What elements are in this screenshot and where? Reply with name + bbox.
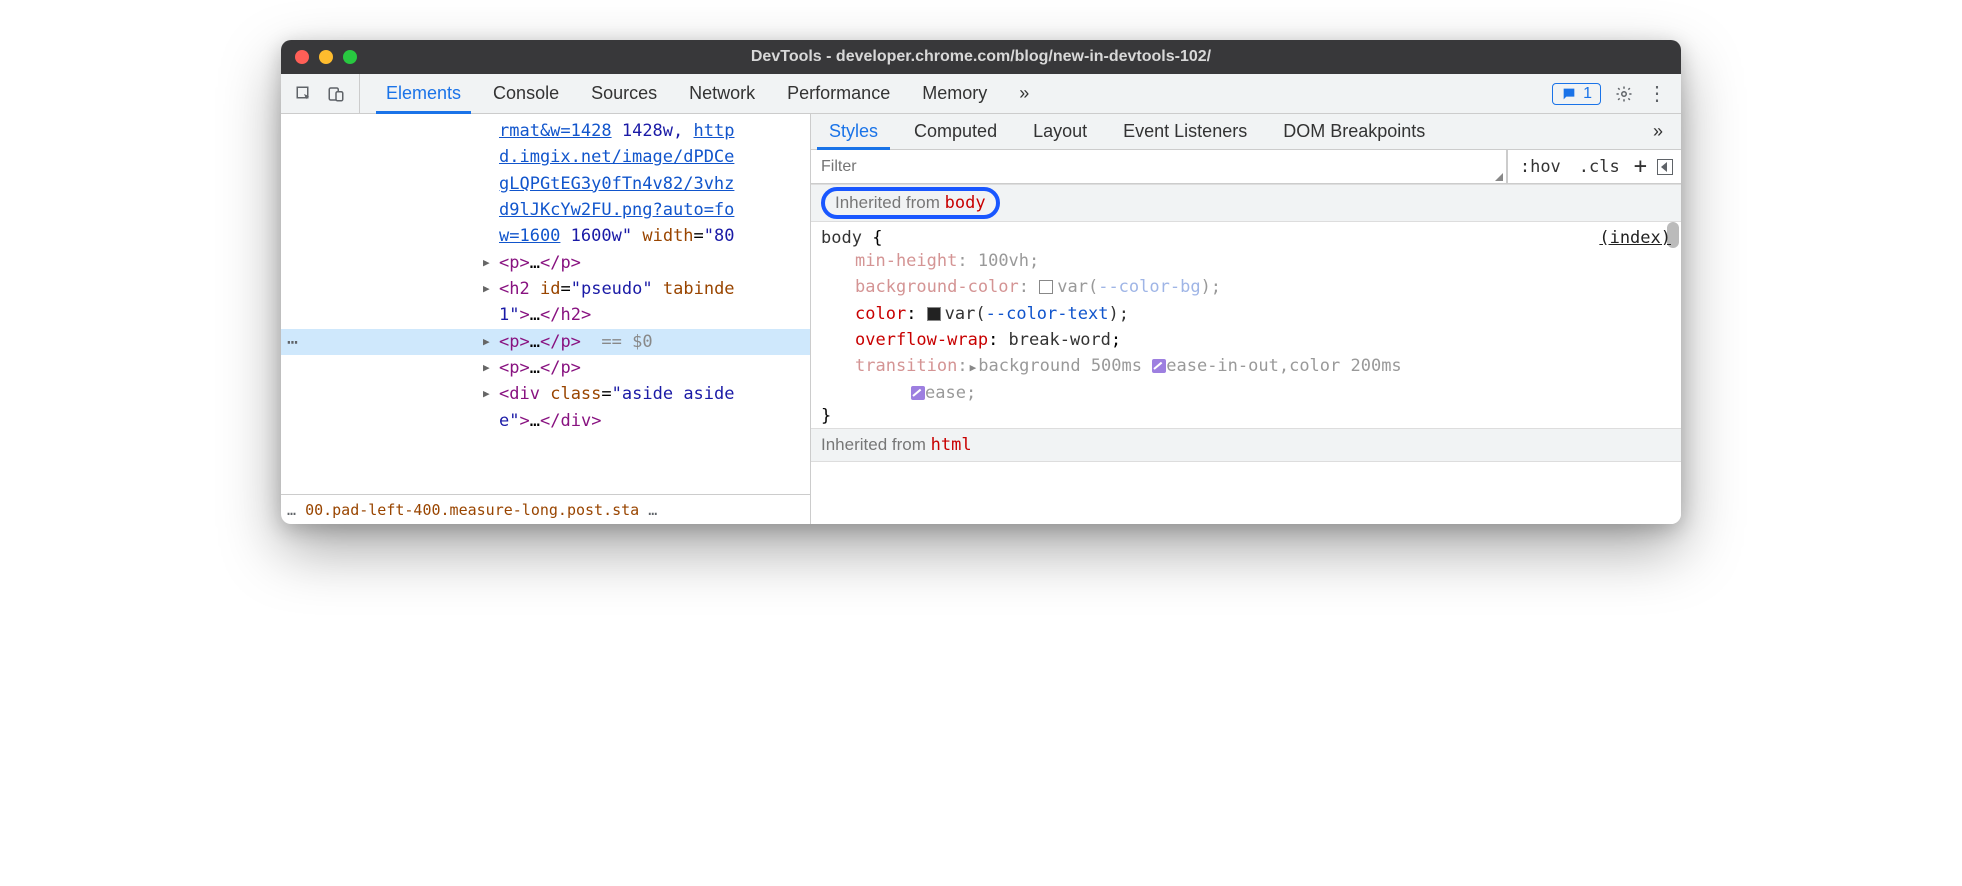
- inspect-icon[interactable]: [295, 85, 313, 103]
- computed-sidebar-icon[interactable]: [1657, 159, 1673, 175]
- zoom-icon[interactable]: [343, 50, 357, 64]
- dom-line[interactable]: ▶ <p>…</p>: [281, 355, 810, 381]
- tab-memory[interactable]: Memory: [906, 74, 1003, 113]
- tab-network[interactable]: Network: [673, 74, 771, 113]
- declaration[interactable]: color: var(--color-text);: [855, 301, 1671, 327]
- declaration-cont[interactable]: ease;: [855, 380, 1671, 406]
- titlebar: DevTools - developer.chrome.com/blog/new…: [281, 40, 1681, 74]
- selection-marker: == $0: [601, 332, 652, 352]
- cls-toggle[interactable]: .cls: [1575, 157, 1624, 177]
- stabs-overflow[interactable]: »: [1635, 114, 1681, 149]
- styles-filter-input[interactable]: [811, 150, 1507, 183]
- dom-line-selected[interactable]: ▶ <p>…</p> == $0: [281, 329, 810, 355]
- tabs-overflow[interactable]: »: [1003, 74, 1045, 113]
- stab-styles[interactable]: Styles: [811, 114, 896, 149]
- tab-console[interactable]: Console: [477, 74, 575, 113]
- styles-tabs: Styles Computed Layout Event Listeners D…: [811, 114, 1681, 150]
- color-swatch-icon[interactable]: [1039, 280, 1053, 294]
- annotation-highlight: Inherited from body: [821, 187, 1000, 219]
- issues-badge[interactable]: 1: [1552, 83, 1601, 105]
- style-rule[interactable]: (index) body { min-height: 100vh; backgr…: [811, 222, 1681, 428]
- kebab-menu-icon[interactable]: ⋮: [1647, 81, 1667, 106]
- dom-tree[interactable]: rmat&w=1428 1428w, http d.imgix.net/imag…: [281, 114, 810, 494]
- rule-source-link[interactable]: (index): [1599, 228, 1671, 248]
- declaration[interactable]: min-height: 100vh;: [855, 248, 1671, 274]
- breadcrumb-suffix: …: [648, 501, 657, 519]
- tab-performance[interactable]: Performance: [771, 74, 906, 113]
- hov-toggle[interactable]: :hov: [1516, 157, 1565, 177]
- expand-icon[interactable]: ▶: [970, 359, 977, 376]
- main-toolbar: Elements Console Sources Network Perform…: [281, 74, 1681, 114]
- close-icon[interactable]: [295, 50, 309, 64]
- styles-panel: Styles Computed Layout Event Listeners D…: [811, 114, 1681, 524]
- inherited-from-row[interactable]: Inherited from body: [811, 184, 1681, 222]
- dom-line[interactable]: 1">…</h2>: [281, 302, 810, 328]
- resize-handle-icon[interactable]: [1495, 173, 1503, 181]
- devtools-window: DevTools - developer.chrome.com/blog/new…: [281, 40, 1681, 524]
- dom-line[interactable]: d.imgix.net/image/dPDCe: [281, 144, 810, 170]
- dom-line[interactable]: d9lJKcYw2FU.png?auto=fo: [281, 197, 810, 223]
- stab-layout[interactable]: Layout: [1015, 114, 1105, 149]
- chat-icon: [1561, 86, 1577, 102]
- dom-line[interactable]: ▶ <div class="aside aside: [281, 381, 810, 407]
- elements-panel: rmat&w=1428 1428w, http d.imgix.net/imag…: [281, 114, 811, 524]
- styles-filter-row: :hov .cls +: [811, 150, 1681, 184]
- rule-selector[interactable]: body: [821, 228, 862, 248]
- panels: rmat&w=1428 1428w, http d.imgix.net/imag…: [281, 114, 1681, 524]
- traffic-lights: [281, 50, 357, 64]
- bezier-icon[interactable]: [1152, 359, 1166, 373]
- new-rule-icon[interactable]: +: [1634, 154, 1647, 179]
- inherited-from-row[interactable]: Inherited from html: [811, 428, 1681, 462]
- declaration[interactable]: transition:▶background 500ms ease-in-out…: [855, 353, 1671, 379]
- dom-line[interactable]: e">…</div>: [281, 408, 810, 434]
- dom-line[interactable]: rmat&w=1428 1428w, http: [281, 118, 810, 144]
- stab-event-listeners[interactable]: Event Listeners: [1105, 114, 1265, 149]
- declaration[interactable]: background-color: var(--color-bg);: [855, 274, 1671, 300]
- breadcrumb-text: 00.pad-left-400.measure-long.post.sta: [305, 501, 639, 519]
- color-swatch-icon[interactable]: [927, 307, 941, 321]
- expand-icon[interactable]: ▶: [483, 280, 490, 297]
- window-title: DevTools - developer.chrome.com/blog/new…: [751, 48, 1211, 66]
- expand-icon[interactable]: ▶: [483, 359, 490, 376]
- minimize-icon[interactable]: [319, 50, 333, 64]
- tab-elements[interactable]: Elements: [370, 74, 477, 113]
- declaration[interactable]: overflow-wrap: break-word;: [855, 327, 1671, 353]
- main-tabs: Elements Console Sources Network Perform…: [360, 74, 1538, 113]
- expand-icon[interactable]: ▶: [483, 333, 490, 350]
- issues-count: 1: [1583, 85, 1592, 103]
- styles-body: Inherited from body (index) body { min-h…: [811, 184, 1681, 524]
- expand-icon[interactable]: ▶: [483, 254, 490, 271]
- stab-computed[interactable]: Computed: [896, 114, 1015, 149]
- settings-icon[interactable]: [1615, 85, 1633, 103]
- bezier-icon[interactable]: [911, 386, 925, 400]
- stab-dom-breakpoints[interactable]: DOM Breakpoints: [1265, 114, 1443, 149]
- breadcrumb-prefix: …: [287, 501, 296, 519]
- expand-icon[interactable]: ▶: [483, 385, 490, 402]
- dom-line[interactable]: w=1600 1600w" width="80: [281, 223, 810, 249]
- breadcrumb[interactable]: … 00.pad-left-400.measure-long.post.sta …: [281, 494, 810, 524]
- tab-sources[interactable]: Sources: [575, 74, 673, 113]
- dom-line[interactable]: ▶ <h2 id="pseudo" tabinde: [281, 276, 810, 302]
- device-toggle-icon[interactable]: [327, 85, 345, 103]
- dom-line[interactable]: ▶ <p>…</p>: [281, 250, 810, 276]
- dom-line[interactable]: gLQPGtEG3y0fTn4v82/3vhz: [281, 171, 810, 197]
